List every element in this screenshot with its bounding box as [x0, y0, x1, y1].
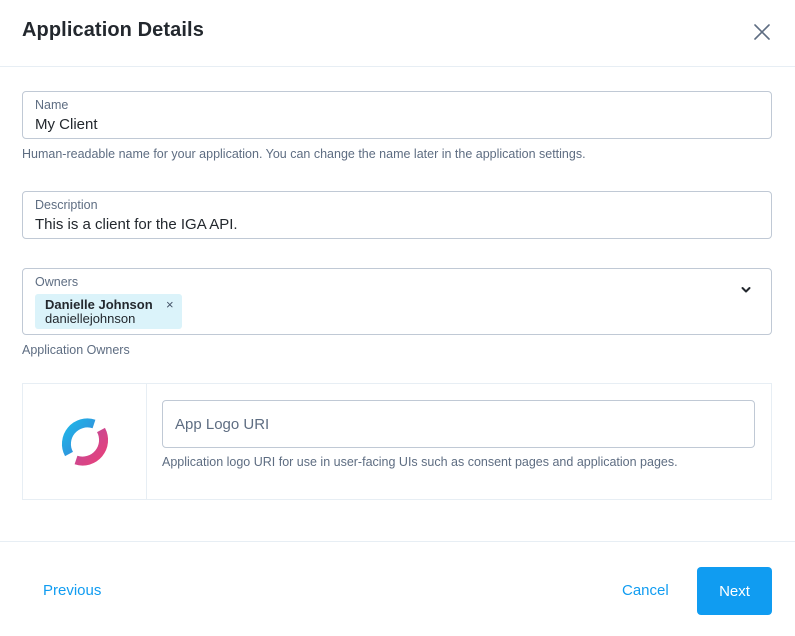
- owners-help-text: Application Owners: [22, 343, 130, 357]
- dialog-header: Application Details: [0, 0, 795, 67]
- name-help-text: Human-readable name for your application…: [22, 147, 586, 161]
- logo-uri-help-text: Application logo URI for use in user-fac…: [162, 455, 678, 469]
- name-value[interactable]: My Client: [35, 116, 98, 133]
- name-label: Name: [35, 98, 69, 112]
- dialog-title: Application Details: [22, 19, 204, 41]
- chevron-down-icon[interactable]: [739, 283, 753, 297]
- logo-preview: [23, 384, 147, 499]
- logo-uri-input[interactable]: [162, 400, 755, 448]
- name-field[interactable]: Name My Client: [22, 91, 772, 139]
- next-button[interactable]: Next: [697, 567, 772, 615]
- owner-chip-name: Danielle Johnson: [45, 297, 153, 312]
- close-icon[interactable]: [750, 20, 774, 44]
- owner-chip: Danielle Johnson daniellejohnson ×: [35, 294, 182, 329]
- owner-chip-username: daniellejohnson: [45, 311, 136, 326]
- previous-button[interactable]: Previous: [43, 582, 101, 599]
- close-button[interactable]: [750, 20, 774, 44]
- remove-owner-icon[interactable]: ×: [166, 297, 174, 312]
- dialog-footer: Previous Cancel Next: [0, 541, 795, 636]
- description-field[interactable]: Description This is a client for the IGA…: [22, 191, 772, 239]
- description-label: Description: [35, 198, 98, 212]
- owners-select[interactable]: Owners Danielle Johnson daniellejohnson …: [22, 268, 772, 335]
- cancel-button[interactable]: Cancel: [622, 582, 669, 599]
- description-value[interactable]: This is a client for the IGA API.: [35, 216, 238, 233]
- owners-label: Owners: [35, 275, 79, 289]
- app-logo-icon: [61, 418, 109, 466]
- logo-panel: Application logo URI for use in user-fac…: [22, 383, 772, 500]
